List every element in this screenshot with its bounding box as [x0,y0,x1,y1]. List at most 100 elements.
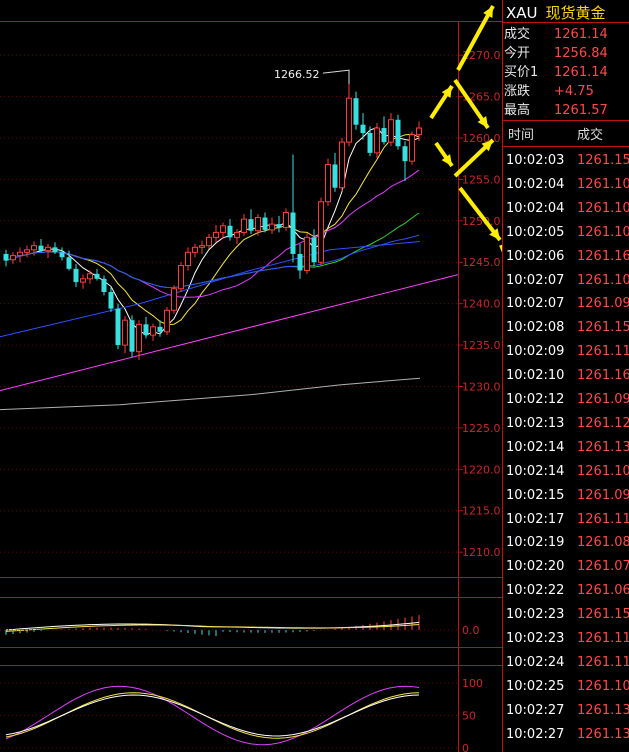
trade-row[interactable]: 10:02:15 1261.09 [502,485,629,507]
trade-row[interactable]: 10:02:03 1261.15 [502,150,629,172]
quote-label: 成交 [504,27,531,42]
trade-row[interactable]: 10:02:25 1261.10 [502,676,629,698]
quote-row: 买价1 1261.14 [504,64,608,82]
trade-row[interactable]: 10:02:20 1261.07 [502,556,629,578]
chart-axes: 1270.01265.01260.01255.01250.01245.01240… [0,21,502,752]
trade-price: 1261.10 [577,200,629,216]
candle-body [31,245,37,251]
trade-time: 10:02:03 [506,153,565,168]
trade-row[interactable]: 10:02:04 1261.10 [502,174,629,196]
trade-time: 10:02:15 [506,487,565,503]
candle-body [213,231,219,238]
trade-time: 10:02:09 [506,344,565,360]
quote-label: 最高 [504,103,531,118]
candle-body [395,119,401,147]
candle-body [332,164,338,188]
candle-body [276,224,282,228]
trade-row[interactable]: 10:02:14 1261.13 [502,437,629,459]
candle-body [353,98,359,125]
instrument-name: 现货黄金 [545,4,606,22]
trade-price-header: 成交 [577,128,604,143]
candle-body [262,217,268,230]
trade-row[interactable]: 10:02:27 1261.13 [502,724,629,746]
trade-time: 10:02:06 [506,248,565,264]
quote-row: 最高 1261.57 [504,102,608,120]
trade-price: 1261.09 [577,487,629,503]
candlesticks: 1266.52 [3,68,422,360]
quote-label: 买价1 [504,65,539,80]
candle-body [374,127,380,154]
trade-price: 1261.09 [577,392,629,407]
candle-body [416,127,422,136]
trade-time-header: 时间 [508,128,535,143]
trade-row[interactable]: 10:02:24 1261.11 [502,652,629,674]
candle-body [346,97,352,143]
trade-time: 10:02:19 [506,535,565,551]
candle-body [388,119,394,143]
trade-row[interactable]: 10:02:07 1261.09 [502,293,629,315]
price-tick-label: 1225.0 [462,422,501,435]
trade-row[interactable]: 10:02:06 1261.16 [502,246,629,268]
candle-body [108,292,114,309]
trade-time: 10:02:23 [506,631,565,646]
trade-row[interactable]: 10:02:17 1261.11 [502,509,629,531]
quote-row: 今开 1256.84 [504,45,608,63]
trade-row[interactable]: 10:02:04 1261.10 [502,198,629,220]
candle-body [129,320,135,352]
trade-row[interactable]: 10:02:22 1261.06 [502,580,629,602]
quote-label: 今开 [504,46,531,61]
trade-row[interactable]: 10:02:10 1261.16 [502,365,629,387]
trade-row[interactable]: 10:02:13 1261.12 [502,413,629,435]
candle-body [17,251,23,257]
trade-time: 10:02:23 [506,607,565,623]
instrument-symbol: XAU [506,4,538,22]
quote-value: 1261.57 [554,103,608,118]
trade-row[interactable]: 10:02:23 1261.11 [502,628,629,650]
trade-time: 10:02:05 [506,224,565,240]
trade-time: 10:02:17 [506,511,565,527]
candle-body [143,324,149,336]
candle-body [10,255,16,261]
trade-row[interactable]: 10:02:14 1261.10 [502,461,629,483]
trade-price: 1261.08 [577,535,629,551]
candle-body [269,223,275,231]
trade-price: 1261.16 [577,368,629,384]
trade-row[interactable]: 10:02:07 1261.10 [502,270,629,292]
trade-row[interactable]: 10:02:09 1261.11 [502,341,629,363]
trade-price: 1261.10 [577,463,629,479]
price-tick-label: 1260.0 [462,132,501,145]
candle-body [80,278,86,283]
trade-price: 1261.13 [577,439,629,455]
annotation-arrow [453,138,495,178]
trade-row[interactable]: 10:02:08 1261.15 [502,317,629,339]
trade-row[interactable]: 10:02:27 1261.13 [502,700,629,722]
trade-row[interactable]: 10:02:12 1261.09 [502,389,629,411]
candle-body [94,273,100,279]
candle-body [136,323,142,353]
trade-price: 1261.12 [577,415,629,431]
trade-price: 1261.10 [577,272,629,288]
price-chart[interactable]: 1270.01265.01260.01255.01250.01245.01240… [0,0,502,752]
candle-body [339,141,345,189]
instrument-title: XAU 现货黄金 [506,2,606,23]
macd-panel: 0.0 [0,615,480,637]
price-tick-label: 1210.0 [462,546,501,559]
quote-row: 成交 1261.14 [504,26,608,44]
price-tick-label: 1220.0 [462,463,501,476]
trade-time: 10:02:25 [506,678,565,694]
trade-price: 1261.07 [577,559,629,575]
price-tick-label: 1240.0 [462,298,501,311]
candle-body [59,252,65,258]
candle-body [87,273,93,280]
trade-row[interactable]: 10:02:05 1261.10 [502,222,629,244]
candle-body [283,212,289,228]
trade-price: 1261.13 [577,702,629,718]
trade-row[interactable]: 10:02:23 1261.15 [502,604,629,626]
trade-list-header: 时间 成交 [502,120,629,144]
trade-price: 1261.15 [577,153,629,168]
trade-row[interactable]: 10:02:19 1261.08 [502,532,629,554]
trade-price: 1261.11 [577,631,629,646]
trade-price: 1261.10 [577,678,629,694]
price-tick-label: 1235.0 [462,339,501,352]
trade-time: 10:02:08 [506,320,565,336]
